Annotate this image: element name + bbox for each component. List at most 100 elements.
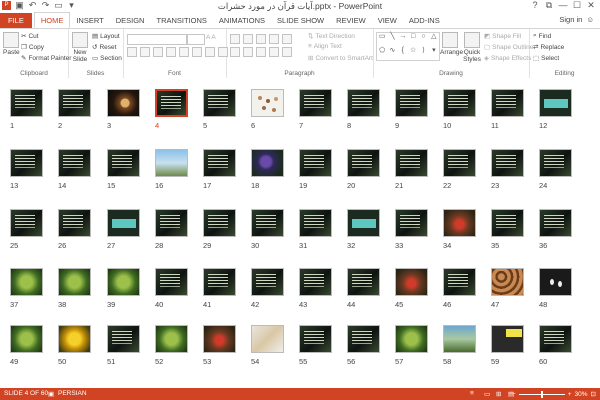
copy-button[interactable]: ❐ Copy	[21, 43, 44, 52]
decrease-indent-icon[interactable]	[256, 34, 266, 44]
tab-insert[interactable]: INSERT	[70, 13, 109, 28]
slide-preview[interactable]	[347, 268, 380, 296]
slide-thumbnail[interactable]: 55	[299, 325, 332, 366]
slide-preview[interactable]	[203, 89, 236, 117]
slide-preview[interactable]	[539, 209, 572, 237]
slide-preview[interactable]	[251, 149, 284, 177]
zoom-slider[interactable]	[518, 390, 565, 398]
slide-preview[interactable]	[107, 89, 140, 117]
slide-preview[interactable]	[58, 89, 91, 117]
reset-button[interactable]: ↺ Reset	[92, 43, 116, 52]
zoom-level[interactable]: 30%	[575, 391, 588, 398]
slide-preview[interactable]	[347, 325, 380, 353]
maximize-icon[interactable]: ☐	[570, 0, 584, 11]
convert-smartart-button[interactable]: ⊞ Convert to SmartArt	[308, 54, 373, 63]
slide-thumbnail[interactable]: 24	[539, 149, 572, 190]
slide-thumbnail[interactable]: 26	[58, 209, 91, 250]
slide-preview[interactable]	[203, 209, 236, 237]
slide-preview[interactable]	[491, 89, 524, 117]
slide-thumbnail[interactable]: 46	[443, 268, 476, 309]
slide-preview[interactable]	[395, 209, 428, 237]
slide-thumbnail[interactable]: 60	[539, 325, 572, 366]
tab-design[interactable]: DESIGN	[110, 13, 151, 28]
slide-thumbnail[interactable]: 27	[107, 209, 140, 250]
smiley-icon[interactable]: ☺	[586, 15, 594, 24]
slide-thumbnail[interactable]: 4	[155, 89, 188, 130]
columns-icon[interactable]	[282, 47, 292, 57]
slide-thumbnail[interactable]: 9	[395, 89, 428, 130]
shape-oval-icon[interactable]: ○	[418, 33, 428, 47]
slide-thumbnail[interactable]: 11	[491, 89, 524, 130]
slide-thumbnail[interactable]: 42	[251, 268, 284, 309]
slide-preview[interactable]	[491, 325, 524, 353]
select-button[interactable]: ⬚ Select	[533, 54, 559, 63]
slide-preview[interactable]	[58, 209, 91, 237]
line-spacing-icon[interactable]	[282, 34, 292, 44]
slide-thumbnail[interactable]: 29	[203, 209, 236, 250]
tab-animations[interactable]: ANIMATIONS	[213, 13, 271, 28]
tab-view[interactable]: VIEW	[372, 13, 403, 28]
slide-preview[interactable]	[10, 325, 43, 353]
slide-preview[interactable]	[155, 149, 188, 177]
language-status[interactable]: PERSIAN	[58, 390, 87, 397]
slide-thumbnail[interactable]: 17	[203, 149, 236, 190]
slide-thumbnail[interactable]: 44	[347, 268, 380, 309]
slide-preview[interactable]	[107, 268, 140, 296]
bold-icon[interactable]	[127, 47, 137, 57]
justify-icon[interactable]	[269, 47, 279, 57]
align-text-button[interactable]: ≡ Align Text	[308, 43, 342, 50]
check-icon[interactable]: ▣	[48, 390, 54, 398]
slide-thumbnail[interactable]: 35	[491, 209, 524, 250]
text-direction-button[interactable]: ⇅ Text Direction	[308, 32, 355, 41]
slide-thumbnail[interactable]: 12	[539, 89, 572, 130]
slide-thumbnail[interactable]: 51	[107, 325, 140, 366]
slide-thumbnail[interactable]: 16	[155, 149, 188, 190]
font-name-combo[interactable]	[127, 34, 187, 45]
shape-line-icon[interactable]: ╲	[387, 33, 397, 47]
slide-preview[interactable]	[251, 89, 284, 117]
slide-preview[interactable]	[155, 89, 188, 117]
slide-preview[interactable]	[155, 268, 188, 296]
arrange-button[interactable]: Arrange	[440, 32, 463, 56]
layout-button[interactable]: ▤ Layout	[92, 32, 120, 41]
slide-thumbnail[interactable]: 30	[251, 209, 284, 250]
align-center-icon[interactable]	[243, 47, 253, 57]
shape-textbox-icon[interactable]: ▭	[377, 33, 387, 47]
slide-thumbnail[interactable]: 34	[443, 209, 476, 250]
shape-triangle-icon[interactable]: △	[429, 33, 439, 47]
slide-preview[interactable]	[347, 149, 380, 177]
slide-thumbnail[interactable]: 54	[251, 325, 284, 366]
slide-preview[interactable]	[107, 209, 140, 237]
slide-thumbnail[interactable]: 33	[395, 209, 428, 250]
slide-thumbnail[interactable]: 14	[58, 149, 91, 190]
tab-add-ins[interactable]: ADD-INS	[403, 13, 446, 28]
slide-thumbnail[interactable]: 40	[155, 268, 188, 309]
slide-preview[interactable]	[443, 149, 476, 177]
minimize-icon[interactable]: —	[556, 0, 570, 11]
tab-home[interactable]: HOME	[33, 12, 71, 28]
help-icon[interactable]: ?	[528, 0, 542, 11]
slide-preview[interactable]	[443, 325, 476, 353]
slide-preview[interactable]	[395, 89, 428, 117]
slide-preview[interactable]	[491, 149, 524, 177]
slide-preview[interactable]	[395, 325, 428, 353]
shape-chevron-icon[interactable]: ⟩	[418, 47, 428, 61]
paste-button[interactable]: Paste	[3, 32, 20, 56]
slide-preview[interactable]	[203, 149, 236, 177]
slide-preview[interactable]	[10, 149, 43, 177]
shape-arrow-icon[interactable]: →	[398, 33, 408, 47]
slide-preview[interactable]	[251, 209, 284, 237]
slide-preview[interactable]	[203, 268, 236, 296]
slide-thumbnail[interactable]: 41	[203, 268, 236, 309]
shape-curve-icon[interactable]: ∿	[387, 47, 397, 61]
slide-preview[interactable]	[107, 325, 140, 353]
slide-thumbnail[interactable]: 59	[491, 325, 524, 366]
slide-preview[interactable]	[299, 325, 332, 353]
slide-thumbnail[interactable]: 47	[491, 268, 524, 309]
find-button[interactable]: ⌕ Find	[533, 32, 551, 40]
sign-in[interactable]: Sign in ☺	[559, 15, 594, 24]
slide-preview[interactable]	[58, 149, 91, 177]
slide-preview[interactable]	[395, 149, 428, 177]
slide-thumbnail[interactable]: 31	[299, 209, 332, 250]
slide-thumbnail[interactable]: 58	[443, 325, 476, 366]
